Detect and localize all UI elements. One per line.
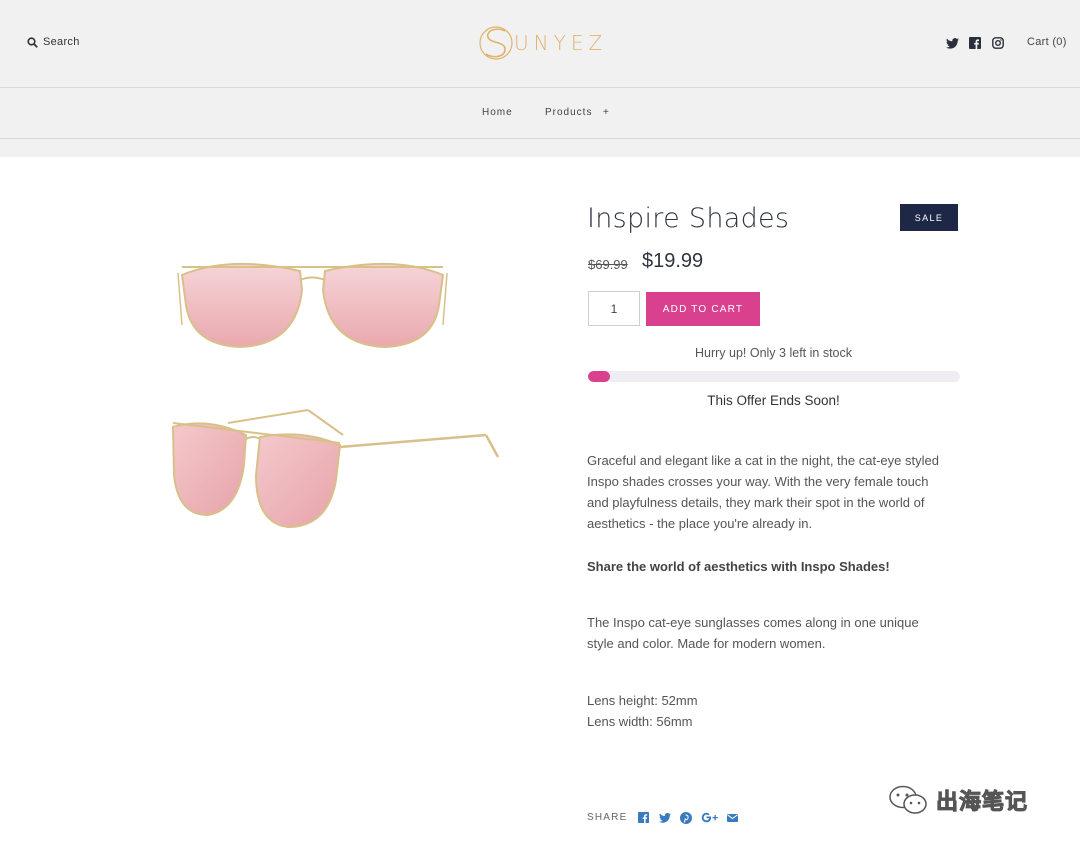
pinterest-icon[interactable] — [679, 811, 692, 824]
stock-progress-bar — [588, 371, 960, 382]
stock-prefix: Hurry up! Only — [694, 346, 776, 360]
social-links — [945, 36, 1005, 50]
sale-badge: SALE — [900, 204, 958, 231]
stock-suffix: left in stock — [789, 346, 853, 360]
stock-progress-fill — [588, 371, 611, 382]
spec-lens-width: Lens width: 56mm — [587, 714, 693, 729]
stock-notice: Hurry up! Only 3 left in stock — [587, 346, 960, 360]
product-page: Search UNYEZ Cart (0) Home Products + In… — [0, 0, 1080, 851]
twitter-icon[interactable] — [945, 36, 959, 50]
description-paragraph-3: The Inspo cat-eye sunglasses comes along… — [587, 615, 919, 651]
add-to-cart-button[interactable]: ADD TO CART — [646, 292, 760, 326]
instagram-icon[interactable] — [991, 36, 1005, 50]
nav-products-expand-icon[interactable]: + — [603, 107, 610, 118]
cart-link[interactable]: Cart (0) — [1027, 36, 1067, 48]
search-link[interactable]: Search — [27, 36, 80, 48]
facebook-icon[interactable] — [637, 811, 650, 824]
offer-notice: This Offer Ends Soon! — [707, 393, 840, 408]
header-divider-band — [0, 139, 1080, 157]
search-label: Search — [43, 36, 80, 48]
compare-at-price: $69.99 — [588, 257, 628, 272]
email-icon[interactable] — [726, 811, 739, 824]
main-nav: Home Products + — [0, 88, 1080, 139]
description-paragraph-1: Graceful and elegant like a cat in the n… — [587, 453, 939, 531]
share-bar: SHARE — [587, 811, 739, 824]
description-paragraph-2: Share the world of aesthetics with Inspo… — [587, 559, 890, 574]
quantity-input[interactable]: 1 — [588, 291, 640, 326]
stock-count: 3 — [779, 346, 786, 360]
nav-item-home[interactable]: Home — [482, 107, 513, 118]
site-header: Search UNYEZ Cart (0) — [0, 0, 1080, 88]
twitter-icon[interactable] — [658, 811, 671, 824]
google-plus-icon[interactable] — [700, 811, 718, 824]
share-label: SHARE — [587, 812, 628, 823]
product-image-front[interactable] — [170, 245, 455, 360]
watermark: 出海笔记 — [888, 784, 1028, 816]
product-image-angle[interactable] — [168, 405, 503, 535]
facebook-icon[interactable] — [968, 36, 982, 50]
product-price: $19.99 — [642, 250, 704, 272]
search-icon — [27, 36, 38, 48]
logo-mark-icon — [479, 26, 513, 60]
watermark-text: 出海笔记 — [935, 790, 1029, 816]
wechat-icon — [889, 785, 927, 814]
product-title: Inspire Shades — [587, 203, 790, 234]
nav-item-products[interactable]: Products — [545, 107, 592, 118]
brand-logo[interactable]: UNYEZ — [478, 20, 618, 66]
brand-name: UNYEZ — [514, 31, 608, 55]
spec-lens-height: Lens height: 52mm — [587, 693, 698, 708]
